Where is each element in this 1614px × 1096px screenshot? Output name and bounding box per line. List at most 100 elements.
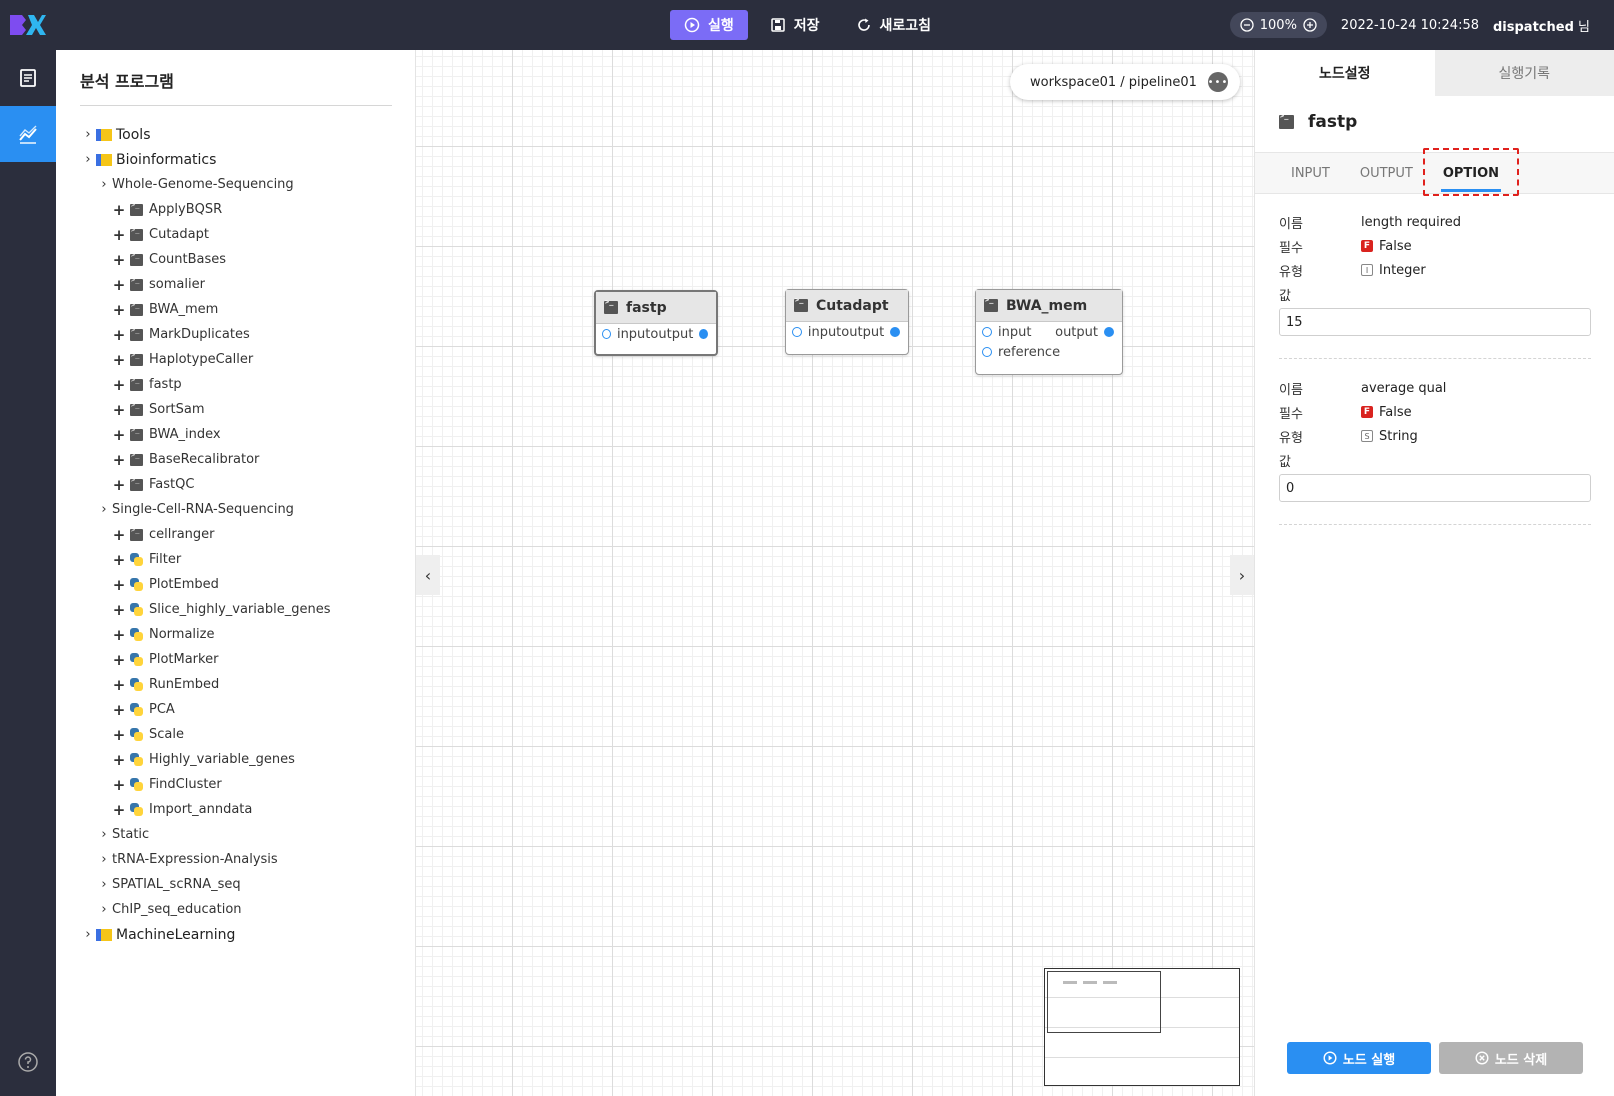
- tree-item[interactable]: + FindCluster: [82, 772, 402, 797]
- add-icon[interactable]: +: [112, 551, 126, 569]
- tree-item[interactable]: + cellranger: [82, 522, 402, 547]
- tree-item[interactable]: + MarkDuplicates: [82, 322, 402, 347]
- tree-item[interactable]: › ChIP_seq_education: [82, 897, 402, 922]
- add-icon[interactable]: +: [112, 251, 126, 269]
- add-icon[interactable]: +: [112, 776, 126, 794]
- tree-item[interactable]: + SortSam: [82, 397, 402, 422]
- tree-item[interactable]: + CountBases: [82, 247, 402, 272]
- tree-item[interactable]: › MachineLearning: [82, 922, 402, 947]
- add-icon[interactable]: +: [112, 326, 126, 344]
- tree-item[interactable]: + Normalize: [82, 622, 402, 647]
- option-value-input[interactable]: [1279, 308, 1591, 336]
- run-button[interactable]: 실행: [670, 10, 748, 40]
- add-icon[interactable]: +: [112, 801, 126, 819]
- refresh-button[interactable]: 새로고침: [842, 10, 946, 40]
- add-icon[interactable]: +: [112, 301, 126, 319]
- output-port[interactable]: [1104, 327, 1114, 337]
- tree-item[interactable]: + PCA: [82, 697, 402, 722]
- rail-documents[interactable]: [0, 50, 56, 106]
- subtab-input[interactable]: INPUT: [1291, 152, 1330, 194]
- minimap[interactable]: [1044, 968, 1240, 1086]
- chevron-right-icon[interactable]: ›: [82, 127, 94, 142]
- add-icon[interactable]: +: [112, 626, 126, 644]
- tab-node-settings[interactable]: 노드설정: [1255, 50, 1435, 96]
- add-icon[interactable]: +: [112, 726, 126, 744]
- rail-pipeline[interactable]: [0, 106, 56, 162]
- add-icon[interactable]: +: [112, 651, 126, 669]
- minimap-viewport[interactable]: [1047, 971, 1161, 1033]
- input-port[interactable]: [982, 327, 992, 337]
- tree-item[interactable]: + ApplyBQSR: [82, 197, 402, 222]
- chevron-right-icon[interactable]: ›: [98, 852, 110, 867]
- more-options-button[interactable]: •••: [1208, 72, 1228, 92]
- subtab-option[interactable]: OPTION: [1440, 152, 1502, 194]
- tree-item[interactable]: + Slice_highly_variable_genes: [82, 597, 402, 622]
- tree-item[interactable]: › Static: [82, 822, 402, 847]
- tree-item[interactable]: + BWA_mem: [82, 297, 402, 322]
- output-port[interactable]: [699, 329, 708, 339]
- add-icon[interactable]: +: [112, 226, 126, 244]
- node-fastp[interactable]: fastp input output: [594, 290, 718, 356]
- tree-item[interactable]: + Import_anndata: [82, 797, 402, 822]
- add-icon[interactable]: +: [112, 601, 126, 619]
- tab-run-history[interactable]: 실행기록: [1434, 50, 1614, 96]
- node-bwa-mem[interactable]: BWA_mem input output reference: [975, 289, 1123, 375]
- chevron-right-icon[interactable]: ›: [98, 877, 110, 892]
- add-icon[interactable]: +: [112, 276, 126, 294]
- tree-item[interactable]: › Whole-Genome-Sequencing: [82, 172, 402, 197]
- tree-item[interactable]: + somalier: [82, 272, 402, 297]
- reference-port[interactable]: [982, 347, 992, 357]
- tree-item[interactable]: › Bioinformatics: [82, 147, 402, 172]
- tree-item[interactable]: + Highly_variable_genes: [82, 747, 402, 772]
- tree-item[interactable]: + fastp: [82, 372, 402, 397]
- tree-item[interactable]: + Cutadapt: [82, 222, 402, 247]
- add-icon[interactable]: +: [112, 351, 126, 369]
- tree-item[interactable]: + RunEmbed: [82, 672, 402, 697]
- add-icon[interactable]: +: [112, 376, 126, 394]
- output-port[interactable]: [890, 327, 900, 337]
- tree-item[interactable]: › Single-Cell-RNA-Sequencing: [82, 497, 402, 522]
- tree-item[interactable]: › SPATIAL_scRNA_seq: [82, 872, 402, 897]
- add-icon[interactable]: +: [112, 401, 126, 419]
- tree-item[interactable]: + FastQC: [82, 472, 402, 497]
- tree-item[interactable]: › tRNA-Expression-Analysis: [82, 847, 402, 872]
- add-icon[interactable]: +: [112, 751, 126, 769]
- chevron-right-icon[interactable]: ›: [98, 177, 110, 192]
- tree-item[interactable]: + PlotMarker: [82, 647, 402, 672]
- input-port[interactable]: [792, 327, 802, 337]
- name-key: 이름: [1279, 382, 1303, 398]
- tree-item[interactable]: + PlotEmbed: [82, 572, 402, 597]
- add-icon[interactable]: +: [112, 576, 126, 594]
- tree-item[interactable]: + Filter: [82, 547, 402, 572]
- tree-item[interactable]: + BWA_index: [82, 422, 402, 447]
- run-node-button[interactable]: 노드 실행: [1287, 1042, 1431, 1074]
- collapse-left-button[interactable]: ‹: [416, 555, 440, 595]
- tree-item[interactable]: + HaplotypeCaller: [82, 347, 402, 372]
- subtab-output[interactable]: OUTPUT: [1360, 152, 1413, 194]
- tree-item[interactable]: › Tools: [82, 122, 402, 147]
- chevron-right-icon[interactable]: ›: [98, 502, 110, 517]
- option-value-input[interactable]: [1279, 474, 1591, 502]
- zoom-out-icon[interactable]: [1240, 18, 1254, 32]
- tree-item[interactable]: + BaseRecalibrator: [82, 447, 402, 472]
- input-port[interactable]: [602, 329, 611, 339]
- chevron-right-icon[interactable]: ›: [82, 152, 94, 167]
- help-button[interactable]: [0, 1042, 56, 1082]
- add-icon[interactable]: +: [112, 526, 126, 544]
- add-icon[interactable]: +: [112, 676, 126, 694]
- tree-item[interactable]: + Scale: [82, 722, 402, 747]
- add-icon[interactable]: +: [112, 201, 126, 219]
- node-cutadapt[interactable]: Cutadapt input output: [785, 289, 909, 355]
- pipeline-canvas[interactable]: workspace01 / pipeline01 ••• fastp input…: [416, 50, 1254, 1096]
- chevron-right-icon[interactable]: ›: [98, 827, 110, 842]
- save-button[interactable]: 저장: [756, 10, 834, 40]
- add-icon[interactable]: +: [112, 426, 126, 444]
- delete-node-button[interactable]: 노드 삭제: [1439, 1042, 1583, 1074]
- chevron-right-icon[interactable]: ›: [98, 902, 110, 917]
- zoom-in-icon[interactable]: [1303, 18, 1317, 32]
- add-icon[interactable]: +: [112, 476, 126, 494]
- add-icon[interactable]: +: [112, 701, 126, 719]
- add-icon[interactable]: +: [112, 451, 126, 469]
- collapse-right-button[interactable]: ›: [1230, 555, 1254, 595]
- chevron-right-icon[interactable]: ›: [82, 927, 94, 942]
